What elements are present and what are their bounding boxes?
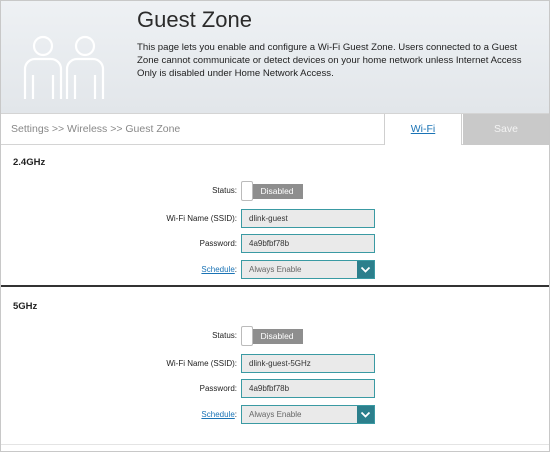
- status-toggle-2-4ghz[interactable]: Disabled: [241, 181, 303, 201]
- users-icon: [23, 35, 105, 99]
- ssid-label: Wi-Fi Name (SSID):: [166, 214, 237, 223]
- password-label: Password:: [199, 239, 237, 248]
- section-title-2-4ghz: 2.4GHz: [13, 157, 46, 168]
- wifi-link[interactable]: Wi-Fi: [384, 114, 462, 145]
- chevron-down-icon[interactable]: [357, 406, 374, 423]
- ssid-label: Wi-Fi Name (SSID):: [166, 359, 237, 368]
- page-title: Guest Zone: [137, 7, 252, 32]
- bottom-divider: [1, 444, 549, 445]
- section-title-5ghz: 5GHz: [13, 301, 38, 312]
- schedule-value: Always Enable: [249, 265, 302, 274]
- schedule-colon: :: [234, 265, 237, 274]
- toggle-knob[interactable]: [241, 326, 253, 346]
- status-label: Status:: [212, 331, 237, 340]
- section-divider: [1, 285, 549, 287]
- schedule-label: Schedule:: [7, 410, 237, 419]
- status-label: Status:: [212, 186, 237, 195]
- breadcrumb: Settings >> Wireless >> Guest Zone: [11, 123, 181, 135]
- breadcrumb-bar: Settings >> Wireless >> Guest Zone Wi-Fi…: [1, 113, 549, 145]
- password-input-5ghz[interactable]: 4a9bfbf78b: [241, 379, 375, 398]
- schedule-colon: :: [234, 410, 237, 419]
- page-description: This page lets you enable and configure …: [137, 42, 522, 79]
- toggle-knob[interactable]: [241, 181, 253, 201]
- toggle-state: Disabled: [251, 184, 303, 199]
- ssid-input-5ghz[interactable]: dlink-guest-5GHz: [241, 354, 375, 373]
- status-toggle-5ghz[interactable]: Disabled: [241, 326, 303, 346]
- toggle-state: Disabled: [251, 329, 303, 344]
- password-input-2-4ghz[interactable]: 4a9bfbf78b: [241, 234, 375, 253]
- schedule-link-2-4ghz[interactable]: Schedule: [201, 265, 234, 274]
- ssid-input-2-4ghz[interactable]: dlink-guest: [241, 209, 375, 228]
- schedule-label: Schedule:: [7, 265, 237, 274]
- page-header: Guest Zone This page lets you enable and…: [1, 1, 549, 113]
- chevron-down-icon[interactable]: [357, 261, 374, 278]
- schedule-select-5ghz[interactable]: Always Enable: [241, 405, 375, 424]
- password-label: Password:: [199, 384, 237, 393]
- schedule-select-2-4ghz[interactable]: Always Enable: [241, 260, 375, 279]
- save-button[interactable]: Save: [463, 114, 549, 145]
- schedule-value: Always Enable: [249, 410, 302, 419]
- schedule-link-5ghz[interactable]: Schedule: [201, 410, 234, 419]
